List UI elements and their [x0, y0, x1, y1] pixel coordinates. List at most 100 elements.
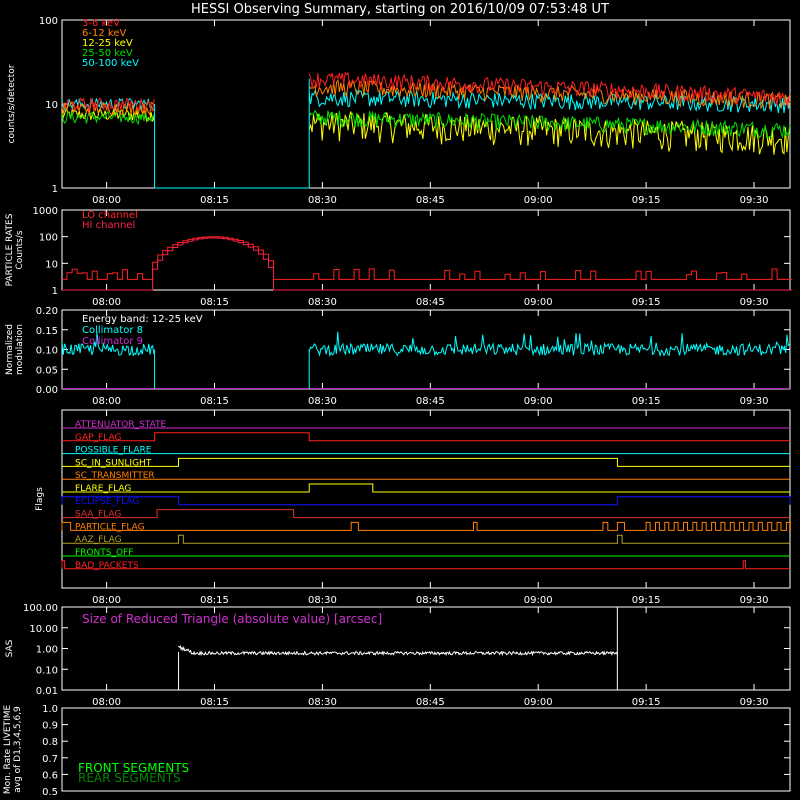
panel-flags: 08:00 08:15 08:30 08:45 09:00 09:15 09:30 Flags… [35, 409, 791, 606]
y-axis-label: PARTICLE RATES [5, 213, 15, 286]
flag-line-sc_in_sunlight [62, 457, 790, 467]
y-axis-label: Normalized [5, 324, 15, 375]
x-tick-label: 08:00 [92, 195, 121, 206]
x-tick-label: 08:45 [416, 396, 445, 407]
y-tick-label: 1.0 [42, 704, 58, 715]
x-tick-label: 09:30 [740, 297, 769, 308]
flag-label: GAP_FLAG [75, 433, 121, 443]
flag-line-bad_packets [61, 560, 790, 570]
flag-label: AAZ_FLAG [75, 535, 122, 545]
panel-livetime: 0.5 0.6 0.7 0.8 0.9 1.0 Mon. Rate LIVETIME avg … [3, 704, 791, 798]
y-tick-label: 0.00 [36, 385, 58, 396]
panel-sas: 08:00 08:15 08:30 08:45 09:00 09:15 09:30 0.01 0… [5, 603, 791, 708]
legend-entry: Collimator 9 [82, 336, 143, 347]
y-axis-label: Counts/s [15, 230, 25, 269]
flag-label: FLARE_FLAG [75, 484, 131, 494]
x-tick-label: 09:15 [632, 396, 661, 407]
y-tick-label: 1000 [33, 206, 58, 217]
x-tick-label: 08:45 [416, 595, 445, 606]
x-tick-label: 08:15 [200, 396, 229, 407]
y-tick-label: 0.10 [36, 665, 58, 676]
x-tick-label: 09:30 [740, 697, 769, 708]
x-tick-label: 08:00 [92, 297, 121, 308]
flag-label: ATTENUATOR_STATE [75, 420, 167, 430]
x-tick-label: 08:00 [92, 396, 121, 407]
x-tick-label: 09:00 [524, 396, 553, 407]
y-tick-label: 0.01 [36, 686, 58, 697]
x-tick-label: 08:00 [92, 697, 121, 708]
x-tick-label: 09:15 [632, 697, 661, 708]
observing-summary-figure: HESSI Observing Summary, starting on 201… [3, 2, 793, 798]
x-tick-label: 09:00 [524, 195, 553, 206]
energy-band-label: Energy band: 12-25 keV [82, 314, 203, 325]
legend-entry: 50-100 keV [82, 58, 139, 69]
y-tick-label: 0.6 [42, 770, 58, 781]
y-tick-label: 0.5 [42, 787, 58, 798]
y-tick-label: 0.7 [42, 754, 58, 765]
y-tick-label: 0.15 [36, 326, 58, 337]
y-axis-label: modulation [15, 324, 25, 375]
flag-line-flare_flag [62, 483, 790, 493]
x-tick-label: 08:45 [416, 697, 445, 708]
panel-frame [61, 409, 791, 589]
y-tick-label: 100.00 [23, 603, 58, 614]
x-tick-label: 08:30 [308, 297, 337, 308]
flag-label: POSSIBLE_FLARE [75, 446, 152, 456]
y-tick-label: 100 [39, 16, 58, 27]
x-tick-label: 09:15 [632, 595, 661, 606]
sas-annotation: Size of Reduced Triangle (absolute value… [82, 612, 382, 626]
legend-entry: Collimator 8 [82, 325, 143, 336]
y-axis-label: Flags [35, 487, 45, 511]
x-tick-label: 09:15 [632, 195, 661, 206]
series-hi-channel [62, 237, 793, 291]
series-25-50keV [308, 109, 791, 139]
x-tick-label: 08:30 [308, 396, 337, 407]
x-tick-label: 08:15 [200, 595, 229, 606]
flag-label: BAD_PACKETS [75, 561, 139, 571]
flag-line-eclipse_flag [61, 496, 791, 506]
y-tick-label: 100 [39, 233, 58, 244]
flag-line-saa_flag [62, 509, 790, 519]
x-tick-label: 08:00 [92, 595, 121, 606]
y-axis-label: avg of D1,3,4,5,6,9 [13, 706, 23, 793]
panel-modulation: 08:00 08:15 08:30 08:45 09:00 09:15 09:30 0.00 0… [5, 306, 791, 407]
x-tick-label: 08:30 [308, 595, 337, 606]
x-tick-label: 08:45 [416, 297, 445, 308]
y-tick-label: 10.00 [29, 624, 58, 635]
y-tick-label: 0.20 [36, 306, 58, 317]
series-collimator-8 [308, 331, 790, 358]
flag-label: SC_TRANSMITTER [75, 471, 155, 481]
flag-label: ECLIPSE_FLAG [75, 497, 139, 507]
sas-series [178, 644, 618, 657]
x-tick-label: 08:30 [308, 697, 337, 708]
y-axis-label: Mon. Rate LIVETIME [3, 705, 13, 795]
x-tick-label: 08:15 [200, 297, 229, 308]
flag-line-gap_flag [62, 432, 790, 442]
panel-particle_rates: 08:00 08:15 08:30 08:45 09:00 09:15 09:30 1 10 10… [5, 206, 793, 308]
y-tick-label: 0.9 [42, 721, 58, 732]
x-tick-label: 09:15 [632, 297, 661, 308]
x-tick-label: 08:30 [308, 195, 337, 206]
x-tick-label: 09:00 [524, 297, 553, 308]
figure-title: HESSI Observing Summary, starting on 201… [191, 2, 609, 17]
y-tick-label: 10 [45, 259, 58, 270]
x-tick-label: 08:15 [200, 697, 229, 708]
x-tick-label: 09:00 [524, 697, 553, 708]
flag-line-particle_flag [61, 521, 791, 531]
x-tick-label: 09:30 [740, 396, 769, 407]
y-axis-label: counts/s/detector [7, 64, 17, 143]
flag-line-aaz_flag [62, 534, 790, 544]
y-tick-label: 0.8 [42, 737, 58, 748]
x-tick-label: 08:45 [416, 195, 445, 206]
y-tick-label: 0.05 [36, 365, 58, 376]
flag-label: PARTICLE_FLAG [75, 522, 145, 532]
y-tick-label: 1 [52, 184, 58, 195]
data-gap-line [154, 78, 310, 189]
series-lo-channel [62, 236, 793, 280]
y-tick-label: 0.10 [36, 346, 58, 357]
panel-count_rates: 08:00 08:15 08:30 08:45 09:00 09:15 09:30 1 10 10… [7, 16, 791, 206]
x-tick-label: 08:15 [200, 195, 229, 206]
y-tick-label: 10 [45, 100, 58, 111]
y-tick-label: 1 [52, 286, 58, 297]
x-tick-label: 09:30 [740, 195, 769, 206]
